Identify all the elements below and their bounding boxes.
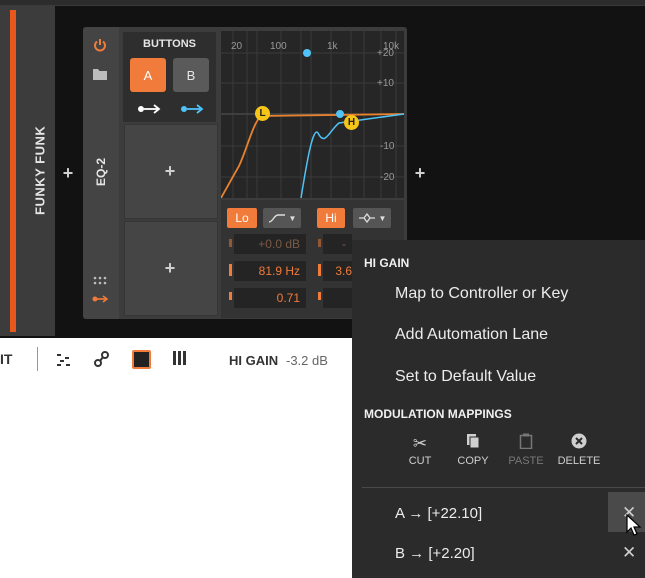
device-panel-icon[interactable] <box>132 350 151 369</box>
low-gain-value[interactable]: +0.0 dB <box>234 234 306 254</box>
button-b-modulation-icon[interactable] <box>180 103 204 115</box>
high-gain-value[interactable]: - <box>323 234 352 254</box>
button-a[interactable]: A <box>130 58 166 92</box>
delete-icon <box>549 433 609 455</box>
remote-controls-icon[interactable] <box>93 276 107 286</box>
paste-icon <box>496 433 556 455</box>
power-icon[interactable] <box>92 37 108 53</box>
menu-item-map-to-controller[interactable]: Map to Controller or Key <box>395 285 568 303</box>
eq-node-high[interactable]: H <box>344 115 359 130</box>
eq-node-low[interactable]: L <box>255 106 270 121</box>
menu-item-add-automation-lane[interactable]: Add Automation Lane <box>395 326 548 344</box>
mixer-icon[interactable] <box>172 350 188 366</box>
db-label-plus10: +10 <box>377 78 394 89</box>
delete-label: DELETE <box>557 455 601 467</box>
low-freq-value[interactable]: 81.9 Hz <box>234 261 306 281</box>
add-device-before-button[interactable]: + <box>60 164 76 182</box>
db-label-minus10: -10 <box>380 141 395 152</box>
folder-icon[interactable] <box>93 68 107 80</box>
chain-link-icon[interactable] <box>94 350 110 368</box>
add-slot-2-button[interactable]: + <box>162 259 178 277</box>
low-band-shape-select[interactable]: ▼ <box>263 208 301 228</box>
mapping-item-b[interactable]: B → [+2.20] <box>395 545 475 562</box>
low-band-toggle[interactable]: Lo <box>227 208 257 228</box>
high-freq-value[interactable]: 3.6 <box>323 261 352 281</box>
remove-mapping-b-button[interactable]: ✕ <box>622 543 636 563</box>
track-name: FUNKY FUNK <box>32 125 48 215</box>
highpass-shape-icon <box>268 214 285 223</box>
freq-label-20: 20 <box>231 41 243 52</box>
delete-button[interactable]: DELETE <box>549 433 609 467</box>
low-q-meter <box>229 292 232 300</box>
high-q-meter <box>318 292 321 300</box>
db-label-minus20: -20 <box>380 172 395 183</box>
button-b[interactable]: B <box>173 58 209 92</box>
db-label-plus20: +20 <box>377 48 394 59</box>
context-menu-header: HI GAIN <box>364 256 410 270</box>
cut-button[interactable]: ✂ CUT <box>390 433 450 467</box>
mouse-cursor-icon <box>626 514 642 536</box>
freq-label-100: 100 <box>270 41 287 52</box>
peak-shape-icon <box>358 213 375 223</box>
copy-label: COPY <box>457 455 489 467</box>
track-color-strip <box>10 10 16 332</box>
low-q-value[interactable]: 0.71 <box>234 288 306 308</box>
low-gain-meter <box>229 239 232 247</box>
button-a-modulation-icon[interactable] <box>137 103 161 115</box>
menu-item-set-default-value[interactable]: Set to Default Value <box>395 368 536 386</box>
copy-button[interactable]: COPY <box>443 433 503 467</box>
paste-label: PASTE <box>508 455 544 467</box>
high-gain-meter <box>318 239 321 247</box>
param-value: -3.2 dB <box>286 353 328 368</box>
high-band-toggle[interactable]: Hi <box>317 208 345 228</box>
freq-label-1k: 1k <box>327 41 338 52</box>
chevron-down-icon: ▼ <box>378 213 387 223</box>
buttons-panel-title: BUTTONS <box>143 38 196 50</box>
add-slot-1-button[interactable]: + <box>162 162 178 180</box>
mapping-item-a[interactable]: A → [+22.10] <box>395 505 482 522</box>
high-q-value[interactable] <box>323 288 352 308</box>
high-band-shape-select[interactable]: ▼ <box>353 208 391 228</box>
param-name: HI GAIN <box>229 353 279 368</box>
copy-icon <box>443 433 503 455</box>
modulation-mappings-header: MODULATION MAPPINGS <box>364 407 512 421</box>
low-freq-meter <box>229 264 232 276</box>
top-divider <box>0 0 645 6</box>
add-device-after-button[interactable]: + <box>412 164 428 182</box>
device-title: EQ-2 <box>94 158 108 187</box>
high-freq-meter <box>318 264 321 276</box>
toolbar-partial-label: IT <box>0 351 13 367</box>
cut-label: CUT <box>408 455 432 467</box>
modulator-icon[interactable] <box>92 294 108 304</box>
scissors-icon: ✂ <box>412 434 428 453</box>
arpeggio-icon[interactable] <box>56 353 72 367</box>
menu-separator <box>362 487 645 488</box>
toolbar-divider <box>37 347 38 371</box>
paste-button: PASTE <box>496 433 556 467</box>
chevron-down-icon: ▼ <box>288 213 297 223</box>
